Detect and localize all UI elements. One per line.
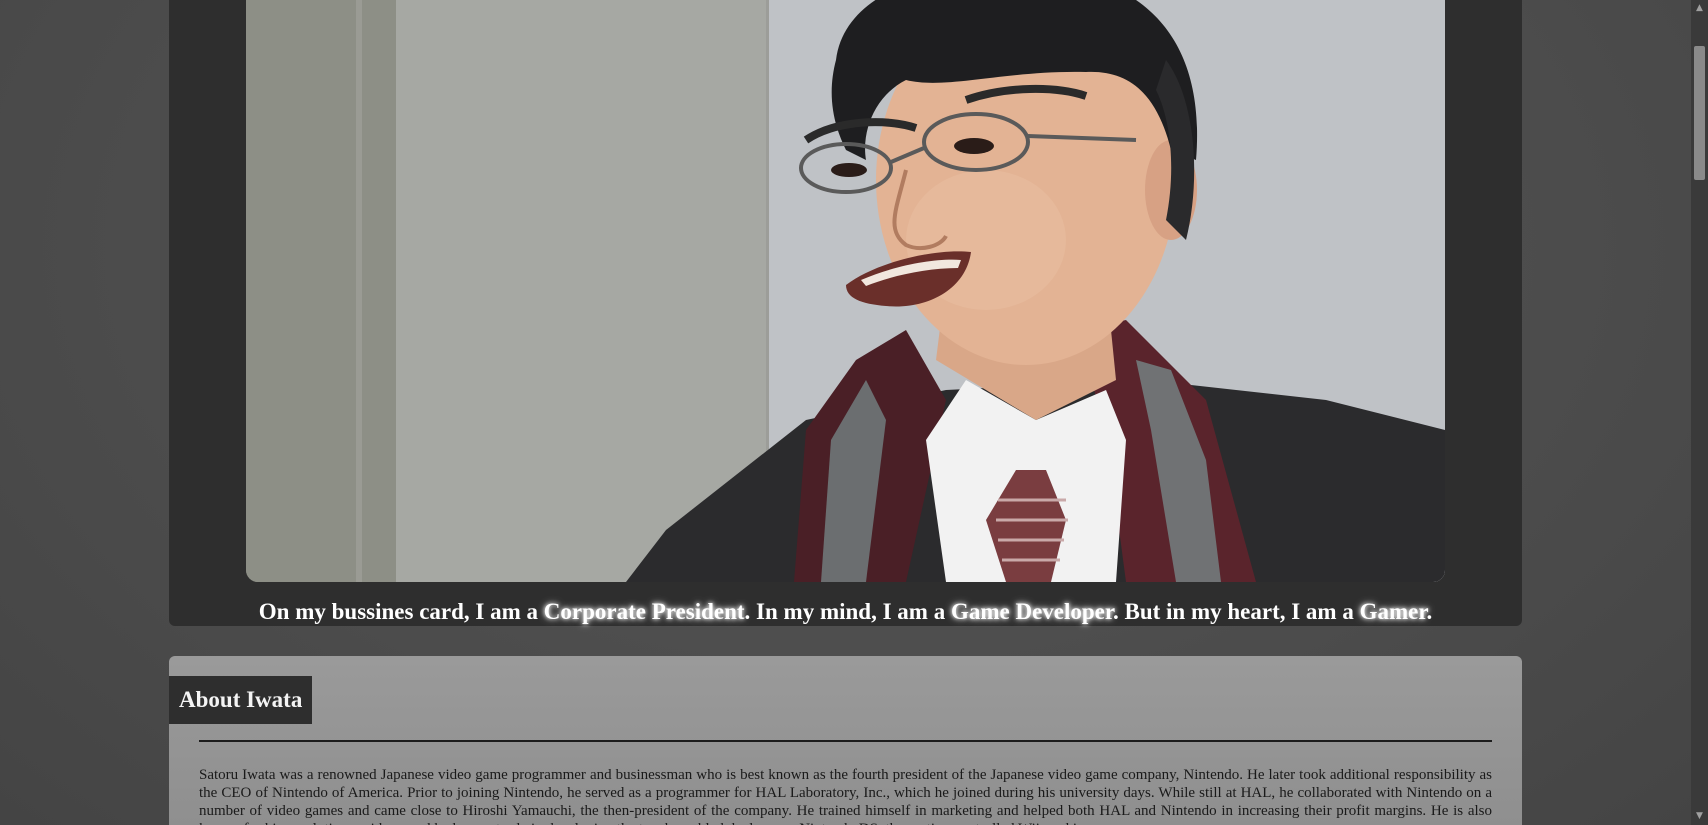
caption-highlight-game-developer: Game Developer [950, 599, 1113, 624]
about-paragraph: Satoru Iwata was a renowned Japanese vid… [199, 767, 1492, 825]
section-divider [199, 740, 1492, 742]
about-heading: About Iwata [169, 676, 313, 724]
portrait-photo [246, 0, 1445, 582]
portrait-illustration [246, 0, 1445, 582]
caption-highlight-gamer: Gamer [1359, 599, 1427, 624]
about-section: About Iwata Satoru Iwata was a renowned … [169, 656, 1522, 825]
scroll-up-arrow-icon[interactable]: ▲ [1691, 0, 1708, 17]
caption-text: . But in my heart, I am a [1112, 599, 1360, 624]
caption-highlight-corporate-president: Corporate President [543, 599, 745, 624]
caption-text: . In my mind, I am a [744, 599, 951, 624]
hero-card: On my bussines card, I am a Corporate Pr… [169, 0, 1522, 626]
hero-caption: On my bussines card, I am a Corporate Pr… [169, 598, 1522, 626]
scroll-down-arrow-icon[interactable]: ▼ [1691, 808, 1708, 825]
caption-text: On my bussines card, I am a [258, 599, 544, 624]
page: On my bussines card, I am a Corporate Pr… [0, 0, 1708, 825]
scrollbar-thumb[interactable] [1694, 46, 1705, 180]
vertical-scrollbar[interactable]: ▲ ▼ [1691, 0, 1708, 825]
caption-text: . [1426, 599, 1433, 624]
